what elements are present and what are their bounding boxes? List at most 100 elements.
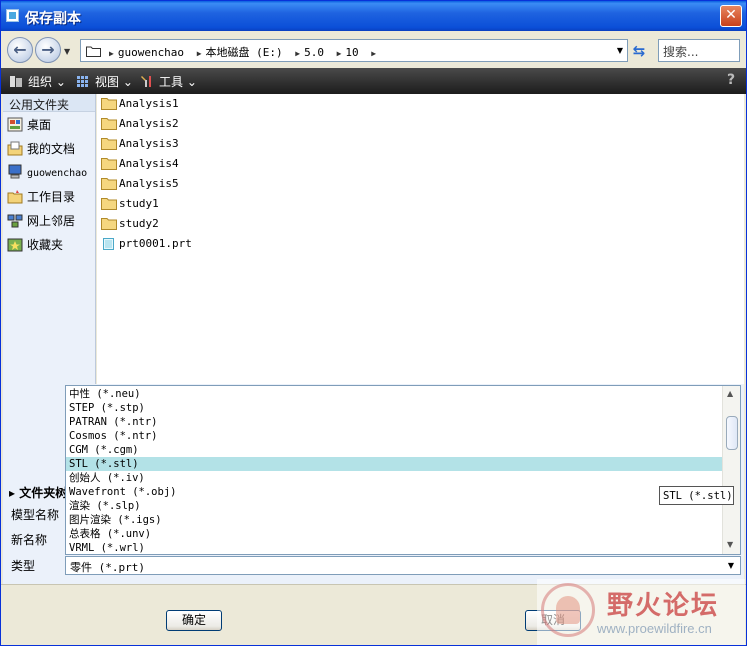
- breadcrumb-item[interactable]: 本地磁盘 (E:): [206, 46, 283, 59]
- sidebar-item-computer[interactable]: guowenchao: [3, 160, 95, 184]
- file-name: Analysis1: [119, 97, 179, 110]
- sidebar-item-label: 工作目录: [27, 190, 76, 204]
- file-name: study1: [119, 197, 159, 210]
- list-item[interactable]: Analysis5: [101, 177, 179, 195]
- title-bar[interactable]: 保存副本 ✕: [1, 1, 746, 31]
- back-arrow-icon: ←: [13, 40, 27, 59]
- tools-menu[interactable]: 工具 ⌄: [140, 73, 197, 90]
- network-icon: [7, 214, 23, 228]
- type-combobox[interactable]: 零件 (*.prt) ▼: [65, 556, 741, 575]
- file-name: Analysis2: [119, 117, 179, 130]
- help-button[interactable]: ?: [722, 72, 740, 90]
- breadcrumb-arrow-icon[interactable]: ▶: [109, 49, 114, 58]
- type-option[interactable]: 总表格 (*.unv): [66, 527, 722, 541]
- type-option[interactable]: CGM (*.cgm): [66, 443, 722, 457]
- type-option-selected[interactable]: STL (*.stl): [66, 457, 722, 471]
- folder-icon: [86, 46, 101, 57]
- list-item[interactable]: study2: [101, 217, 159, 235]
- scroll-up-icon[interactable]: ▲: [727, 389, 733, 398]
- address-bar[interactable]: ▶ guowenchao ▶ 本地磁盘 (E:) ▶ 5.0 ▶ 10 ▶ ▼: [80, 39, 628, 62]
- folder-icon: [101, 218, 117, 230]
- views-label: 视图: [95, 75, 120, 89]
- type-option[interactable]: PATRAN (*.ntr): [66, 415, 722, 429]
- back-button[interactable]: ←: [7, 37, 33, 63]
- sidebar-item-my-documents[interactable]: 我的文档: [3, 136, 95, 160]
- help-icon: ?: [726, 72, 736, 88]
- type-option[interactable]: STEP (*.stp): [66, 401, 722, 415]
- folder-icon: [101, 118, 117, 130]
- breadcrumb-item[interactable]: 5.0: [304, 46, 324, 59]
- sidebar-item-label: guowenchao: [27, 168, 88, 179]
- organize-menu[interactable]: 组织 ⌄: [9, 73, 66, 90]
- file-name: prt0001.prt: [119, 237, 192, 250]
- refresh-button[interactable]: ⇆: [629, 41, 649, 61]
- sidebar-item-label: 收藏夹: [27, 238, 64, 252]
- refresh-icon: ⇆: [632, 42, 646, 60]
- views-menu[interactable]: 视图 ⌄: [76, 73, 133, 90]
- command-toolbar: 组织 ⌄ 视图 ⌄ 工具 ⌄ ?: [1, 68, 746, 94]
- list-item[interactable]: prt0001.prt: [101, 237, 192, 255]
- my-documents-icon: [7, 141, 23, 156]
- type-option[interactable]: Wavefront (*.obj): [66, 485, 722, 499]
- sidebar-item-working-directory[interactable]: 工作目录: [3, 184, 95, 208]
- part-file-icon: [103, 238, 114, 250]
- breadcrumb-item[interactable]: 10: [345, 46, 358, 59]
- type-option[interactable]: 图片渲染 (*.igs): [66, 513, 722, 527]
- folder-tree-label: 文件夹树: [19, 486, 68, 500]
- forward-button[interactable]: →: [35, 37, 61, 63]
- address-row: ← → ▼ ▶ guowenchao ▶ 本地磁盘 (E:) ▶ 5.0 ▶ 10 ▶ …: [1, 31, 746, 68]
- model-name-label: 模型名称: [11, 508, 60, 522]
- file-name: study2: [119, 217, 159, 230]
- chevron-down-icon: ⌄: [122, 75, 133, 89]
- sidebar-item-network[interactable]: 网上邻居: [3, 208, 95, 232]
- sidebar-item-desktop[interactable]: 桌面: [3, 112, 95, 136]
- search-placeholder: 搜索...: [663, 45, 699, 59]
- forum-watermark: 野火论坛 www.proewildfire.cn: [537, 579, 745, 645]
- sidebar-item-label: 网上邻居: [27, 214, 76, 228]
- list-item[interactable]: Analysis2: [101, 117, 179, 135]
- close-button[interactable]: ✕: [720, 5, 742, 27]
- scrollbar-thumb[interactable]: [726, 416, 738, 450]
- folder-icon: [101, 178, 117, 190]
- list-item[interactable]: Analysis1: [101, 97, 179, 115]
- search-input[interactable]: 搜索...: [658, 39, 740, 62]
- breadcrumb-arrow-icon[interactable]: ▶: [371, 49, 376, 58]
- type-option[interactable]: VRML (*.wrl): [66, 541, 722, 554]
- type-option[interactable]: Cosmos (*.ntr): [66, 429, 722, 443]
- ok-button[interactable]: 确定: [166, 610, 222, 631]
- organize-label: 组织: [28, 75, 53, 89]
- type-label: 类型: [11, 559, 36, 573]
- type-dropdown-list[interactable]: 中性 (*.neu) STEP (*.stp) PATRAN (*.ntr) C…: [65, 385, 741, 555]
- type-option[interactable]: 创始人 (*.iv): [66, 471, 722, 485]
- computer-icon: [8, 164, 22, 179]
- type-option[interactable]: 中性 (*.neu): [66, 387, 722, 401]
- sidebar-item-favorites[interactable]: 收藏夹: [3, 232, 95, 256]
- history-dropdown-icon[interactable]: ▼: [64, 47, 70, 56]
- scroll-down-icon[interactable]: ▼: [727, 540, 733, 549]
- breadcrumb-arrow-icon[interactable]: ▶: [197, 49, 202, 58]
- breadcrumb-item[interactable]: guowenchao: [118, 46, 184, 59]
- tools-label: 工具: [159, 75, 184, 89]
- folder-icon: [101, 158, 117, 170]
- folder-icon: [101, 138, 117, 150]
- breadcrumb-arrow-icon[interactable]: ▶: [295, 49, 300, 58]
- list-item[interactable]: study1: [101, 197, 159, 215]
- favorites-icon: [7, 238, 23, 252]
- file-name: Analysis5: [119, 177, 179, 190]
- forward-arrow-icon: →: [41, 40, 55, 59]
- favorites-header: 公用文件夹: [3, 94, 95, 112]
- folder-tree-toggle[interactable]: ▸ 文件夹树: [9, 484, 67, 501]
- breadcrumb: ▶ guowenchao ▶ 本地磁盘 (E:) ▶ 5.0 ▶ 10 ▶: [107, 44, 380, 60]
- list-item[interactable]: Analysis3: [101, 137, 179, 155]
- expand-arrow-icon: ▸: [9, 486, 16, 500]
- type-option[interactable]: 渲染 (*.slp): [66, 499, 722, 513]
- chevron-down-icon[interactable]: ▼: [728, 561, 734, 570]
- file-name: Analysis3: [119, 137, 179, 150]
- breadcrumb-arrow-icon[interactable]: ▶: [337, 49, 342, 58]
- save-copy-dialog: 保存副本 ✕ ← → ▼ ▶ guowenchao ▶ 本地磁盘 (E:) ▶ 5.0…: [0, 0, 747, 646]
- address-dropdown-icon[interactable]: ▼: [617, 46, 623, 55]
- list-item[interactable]: Analysis4: [101, 157, 179, 175]
- views-icon: [77, 76, 88, 87]
- watermark-title: 野火论坛: [607, 591, 720, 621]
- type-list-scrollbar[interactable]: ▲ ▼: [722, 386, 740, 554]
